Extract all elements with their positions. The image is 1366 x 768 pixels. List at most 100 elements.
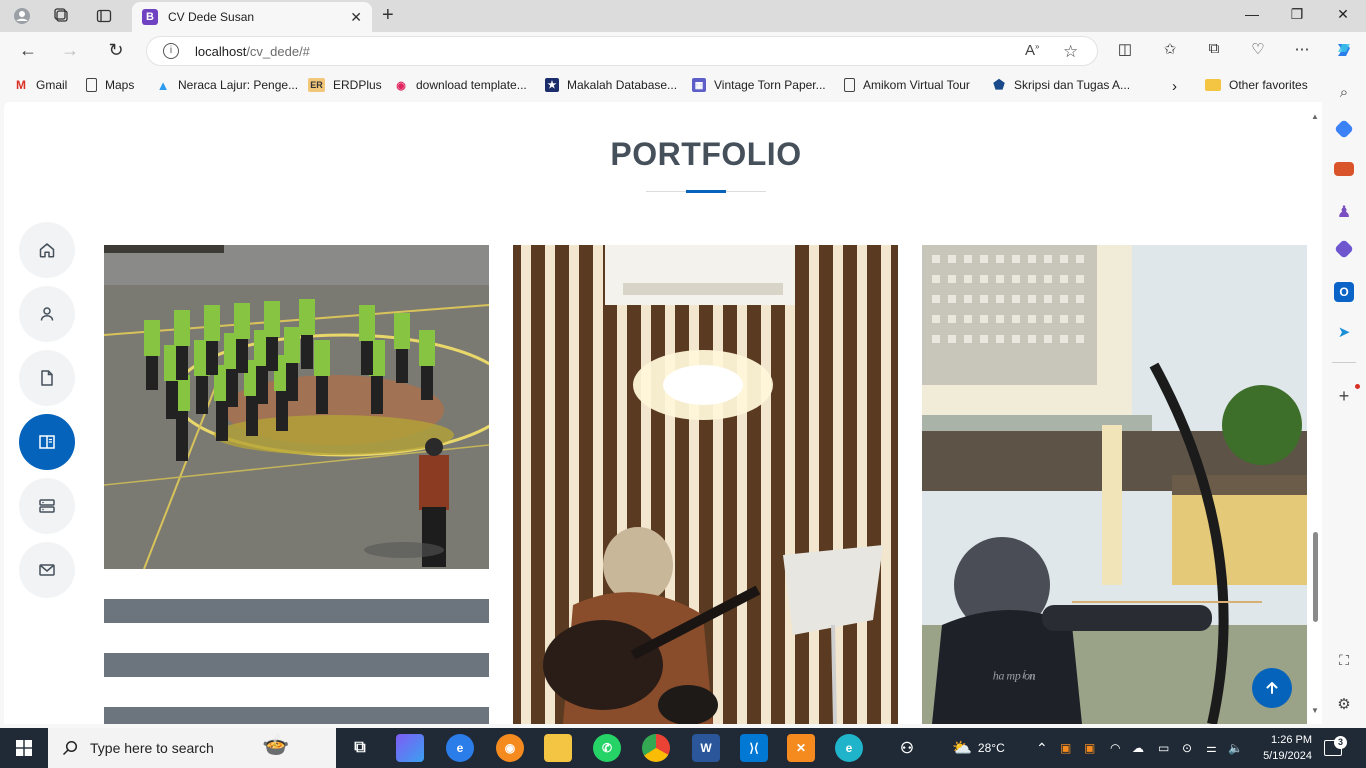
file-explorer-taskbar-icon[interactable]: [544, 734, 572, 762]
close-window-icon[interactable]: ✕: [1328, 6, 1358, 23]
back-icon[interactable]: ←: [16, 40, 40, 61]
vscode-taskbar-icon[interactable]: ⟩⟨: [740, 734, 768, 762]
bookmark-label: Amikom Virtual Tour: [863, 78, 970, 92]
title-accent-line: [686, 190, 726, 193]
workspaces-icon[interactable]: [48, 4, 76, 28]
xampp-tray-icon[interactable]: ▣: [1060, 728, 1071, 768]
games-icon[interactable]: ♟: [1334, 202, 1354, 222]
show-hidden-icons-chevron-icon[interactable]: ⌃: [1036, 728, 1048, 768]
task-view-icon[interactable]: ⧉: [346, 734, 374, 762]
wifi-icon[interactable]: ◠: [1110, 728, 1120, 768]
portfolio-image-drill-team[interactable]: [104, 245, 489, 569]
server-icon: [39, 499, 55, 513]
shopping-tag-icon[interactable]: [1334, 119, 1354, 139]
nav-portfolio[interactable]: [19, 414, 75, 470]
bookmark-makalah[interactable]: ★ Makalah Database...: [545, 78, 677, 92]
nav-home[interactable]: [19, 222, 75, 278]
bookmark-erdplus[interactable]: ER ERDPlus: [308, 78, 382, 92]
whatsapp-taskbar-icon[interactable]: ✆: [593, 734, 621, 762]
portfolio-image-guitar[interactable]: [513, 245, 898, 724]
new-tab-icon[interactable]: +: [382, 4, 394, 27]
nav-services[interactable]: [19, 478, 75, 534]
network-icon[interactable]: ⚌: [1206, 728, 1217, 768]
scroll-up-arrow-icon[interactable]: ▲: [1311, 112, 1319, 121]
restore-icon[interactable]: ❐: [1282, 6, 1312, 23]
browser-essentials-icon[interactable]: ♡: [1246, 40, 1270, 58]
word-taskbar-icon[interactable]: W: [692, 734, 720, 762]
nav-about[interactable]: [19, 286, 75, 342]
page-title: PORTFOLIO: [610, 136, 802, 172]
bookmark-gmail[interactable]: M Gmail: [14, 78, 67, 92]
copilot-m365-icon[interactable]: [1334, 239, 1354, 259]
settings-gear-icon[interactable]: ⚙: [1334, 694, 1354, 714]
tab-actions-icon[interactable]: [90, 4, 118, 28]
favorite-star-icon[interactable]: ☆: [1063, 42, 1078, 62]
bookmark-neraca[interactable]: ▲ Neraca Lajur: Penge...: [156, 78, 299, 93]
taskbar: Type here to search 🍲 ⧉ e ◉ ✆ W ⟩⟨ ✕ e ⚇…: [0, 728, 1366, 768]
page-scrollbar[interactable]: ▲ ▼: [1308, 102, 1322, 724]
taskbar-search-box[interactable]: Type here to search 🍲: [48, 728, 336, 768]
sidebar-divider: [1332, 362, 1356, 363]
site-icon: ▦: [692, 78, 706, 92]
drill-team-photo: [104, 245, 489, 569]
taskbar-clock[interactable]: 1:26 PM 5/19/2024: [1252, 732, 1312, 764]
url-text[interactable]: localhost/cv_dede/#: [195, 44, 310, 59]
scrollbar-thumb[interactable]: [1313, 532, 1318, 622]
bookmark-amikom[interactable]: Amikom Virtual Tour: [844, 78, 970, 92]
chrome-taskbar-icon[interactable]: [642, 734, 670, 762]
bookmark-label: Maps: [105, 78, 135, 92]
people-icon[interactable]: ⚇: [893, 734, 921, 762]
record-icon[interactable]: ⊙: [1182, 728, 1192, 768]
address-bar[interactable]: i localhost/cv_dede/# A» ☆: [146, 36, 1098, 66]
cloud-sync-icon[interactable]: ☁: [1132, 728, 1144, 768]
brave-shield-taskbar-icon[interactable]: ◉: [496, 734, 524, 762]
site-icon: ◉: [396, 79, 406, 92]
weather-widget[interactable]: ⛅ 28°C: [952, 728, 1005, 768]
tab-active[interactable]: B CV Dede Susan ✕: [132, 2, 372, 32]
forward-icon[interactable]: →: [58, 40, 82, 61]
portfolio-image-archery[interactable]: ʰᵃᵐᵖⁱᵒⁿ: [922, 245, 1307, 724]
bookmark-label: ERDPlus: [333, 78, 382, 92]
bookmark-download-template[interactable]: ◉ download template...: [394, 78, 527, 92]
gmail-icon: M: [16, 78, 26, 92]
screenshot-icon[interactable]: ⛶: [1334, 650, 1354, 670]
copilot-icon[interactable]: [1332, 40, 1356, 64]
close-tab-icon[interactable]: ✕: [350, 9, 362, 26]
nav-contact[interactable]: [19, 542, 75, 598]
arrow-up-icon: [1266, 682, 1278, 694]
xampp-taskbar-icon[interactable]: ✕: [787, 734, 815, 762]
refresh-icon[interactable]: ↻: [104, 40, 128, 61]
xampp-tray-icon-2[interactable]: ▣: [1084, 728, 1095, 768]
volume-icon[interactable]: 🔈: [1228, 728, 1243, 768]
placeholder-bar: [104, 653, 489, 677]
add-icon[interactable]: +: [1334, 386, 1354, 406]
tools-briefcase-icon[interactable]: [1334, 162, 1354, 176]
bookmark-maps[interactable]: Maps: [86, 78, 134, 92]
search-icon[interactable]: ⌕: [1334, 82, 1354, 102]
split-screen-icon[interactable]: ◫: [1113, 40, 1137, 58]
outlook-icon[interactable]: O: [1334, 282, 1354, 302]
windows-start-button[interactable]: [0, 728, 48, 768]
more-menu-icon[interactable]: ⋯: [1290, 40, 1314, 58]
bookmark-other-favorites[interactable]: Other favorites: [1205, 78, 1308, 92]
edge-taskbar-icon[interactable]: e: [446, 734, 474, 762]
copilot-taskbar-icon[interactable]: [396, 734, 424, 762]
home-icon: [39, 243, 55, 258]
collections-icon[interactable]: ⧉: [1202, 40, 1226, 57]
bookmark-vintage[interactable]: ▦ Vintage Torn Paper...: [692, 78, 826, 92]
edge-dev-taskbar-icon[interactable]: e: [835, 734, 863, 762]
more-bookmarks-chevron-icon[interactable]: ›: [1172, 78, 1177, 95]
notification-center-icon[interactable]: 3: [1324, 728, 1355, 768]
favorites-icon[interactable]: ✩: [1158, 40, 1182, 58]
page-viewport: PORTFOLIO ʰᵃᵐᵖⁱᵒⁿ ▲ ▼: [4, 102, 1322, 724]
meet-now-icon[interactable]: ▭: [1158, 728, 1169, 768]
send-icon[interactable]: ➤: [1334, 322, 1354, 342]
profile-icon[interactable]: [8, 4, 36, 28]
site-info-icon[interactable]: i: [163, 43, 179, 59]
minimize-icon[interactable]: —: [1237, 6, 1267, 22]
bookmark-skripsi[interactable]: ⬟ Skripsi dan Tugas A...: [992, 77, 1130, 92]
nav-resume[interactable]: [19, 350, 75, 406]
back-to-top-button[interactable]: [1252, 668, 1292, 708]
read-aloud-icon[interactable]: A»: [1025, 42, 1039, 59]
scroll-down-arrow-icon[interactable]: ▼: [1311, 706, 1319, 715]
